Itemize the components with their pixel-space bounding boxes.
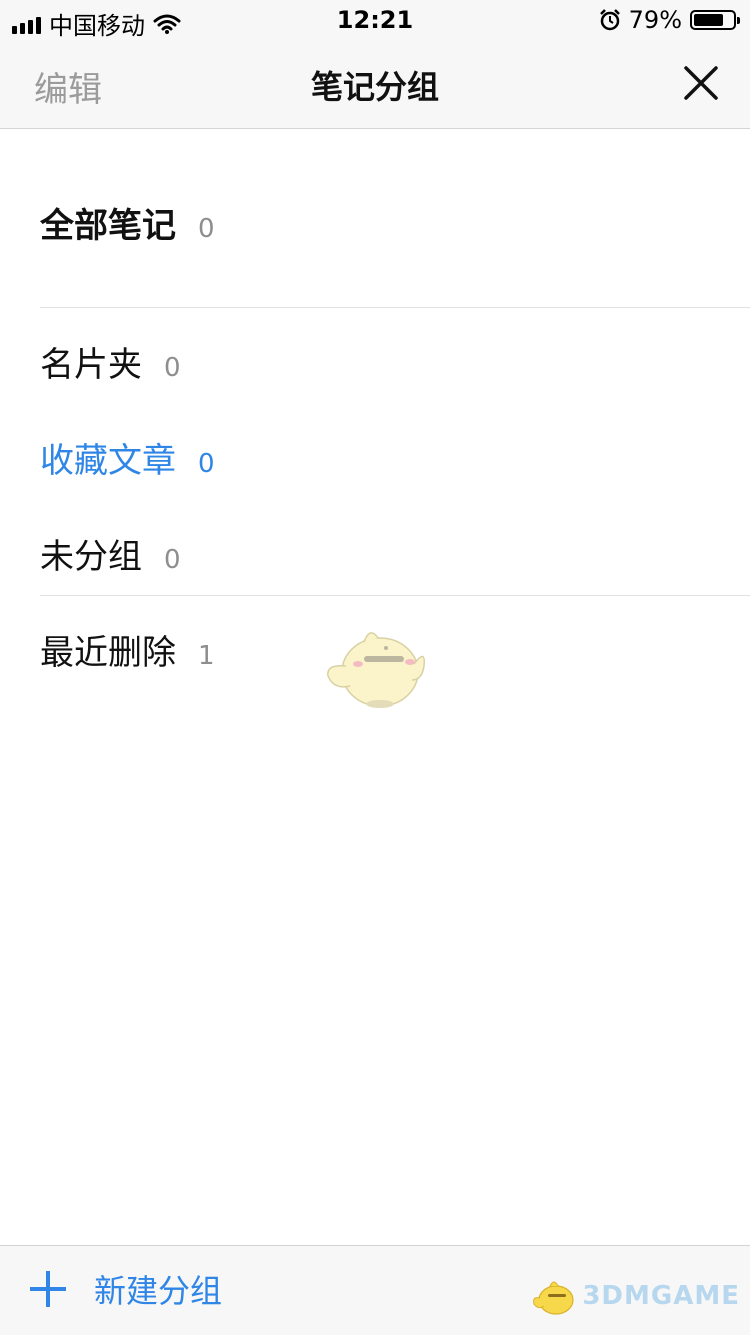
close-icon[interactable]: [682, 64, 720, 102]
site-logo: 3DMGAME: [532, 1276, 740, 1316]
group-count: 1: [198, 641, 215, 671]
group-label: 全部笔记: [40, 206, 176, 246]
page-title: 笔记分组: [310, 68, 439, 106]
mascot-logo-icon: [533, 1281, 574, 1315]
nav-bar: 编辑 笔记分组: [0, 40, 750, 129]
group-item-ungrouped[interactable]: 未分组 0: [40, 529, 181, 578]
group-label: 名片夹: [40, 345, 142, 385]
divider: [40, 595, 750, 596]
mascot-watermark-icon: [327, 632, 426, 708]
group-item-business-cards[interactable]: 名片夹 0: [40, 337, 181, 386]
group-count: 0: [198, 214, 215, 244]
group-item-recently-deleted[interactable]: 最近删除 1: [40, 625, 215, 674]
status-bar: 中国移动 12:21 79%: [0, 0, 750, 40]
group-item-all-notes[interactable]: 全部笔记 0: [40, 198, 215, 247]
group-count: 0: [164, 545, 181, 575]
status-right: 79%: [599, 6, 740, 34]
group-label: 未分组: [40, 537, 142, 577]
group-item-saved-articles[interactable]: 收藏文章 0: [40, 433, 215, 482]
group-count: 0: [198, 449, 215, 479]
bottom-bar: 新建分组 3DMGAME: [0, 1245, 750, 1335]
group-label: 最近删除: [40, 633, 176, 673]
group-count: 0: [164, 353, 181, 383]
new-group-label: 新建分组: [94, 1272, 223, 1310]
logo-text: 3DMGAME: [582, 1281, 740, 1311]
group-label: 收藏文章: [40, 441, 176, 481]
alarm-icon: [599, 9, 620, 31]
battery-percent: 79%: [628, 6, 682, 34]
battery-icon: [690, 10, 740, 30]
divider: [40, 307, 750, 308]
plus-icon: [30, 1271, 66, 1307]
battery-fill: [694, 14, 724, 26]
new-group-button[interactable]: 新建分组: [30, 1266, 222, 1312]
